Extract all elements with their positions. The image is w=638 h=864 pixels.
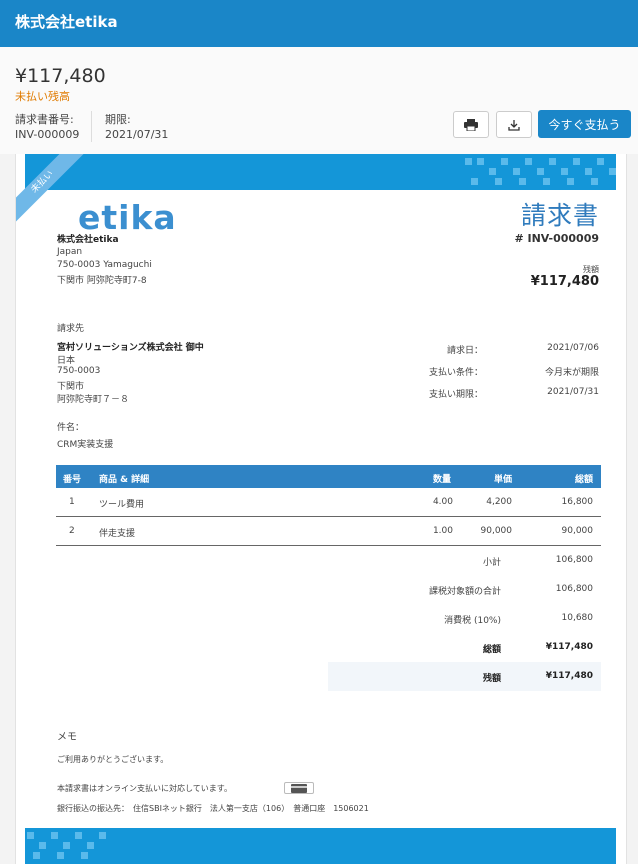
print-button[interactable] bbox=[453, 111, 489, 138]
subtotal-label: 小計 bbox=[482, 558, 501, 568]
table-row: 2 伴走支援 1.00 90,000 90,000 bbox=[56, 517, 601, 546]
document-number: # INV-000009 bbox=[514, 232, 599, 245]
header-band bbox=[25, 154, 616, 190]
cell-item: ツール費用 bbox=[99, 500, 145, 510]
company-name: 株式会社etika bbox=[15, 13, 118, 31]
tax-row: 消費税 (10%) 10,680 bbox=[56, 604, 601, 633]
seller-postal: 750-0003 Yamaguchi bbox=[57, 260, 152, 270]
cell-item: 伴走支援 bbox=[99, 529, 136, 539]
terms-label: 支払い条件： bbox=[428, 368, 483, 378]
subject-label: 件名： bbox=[57, 423, 85, 433]
col-no: 番号 bbox=[63, 475, 82, 485]
cell-amount: 16,800 bbox=[561, 497, 594, 507]
divider bbox=[91, 111, 92, 142]
col-rate: 単価 bbox=[494, 475, 513, 485]
invoice-date-label: 請求日： bbox=[446, 346, 483, 356]
download-icon bbox=[508, 119, 520, 131]
amount-due: ¥117,480 bbox=[15, 65, 106, 87]
subject-value: CRM実装支援 bbox=[57, 440, 114, 450]
table-header: 番号 商品 & 詳細 数量 単価 総額 bbox=[56, 465, 601, 488]
taxable-value: 106,800 bbox=[555, 584, 593, 594]
pattern-decoration bbox=[27, 832, 106, 859]
invoice-number: INV-000009 bbox=[15, 128, 80, 141]
total-value: ¥117,480 bbox=[545, 642, 593, 652]
balance-due-label: 残額 bbox=[482, 674, 501, 684]
col-item: 商品 & 詳細 bbox=[99, 475, 150, 485]
buyer-postal: 750-0003 bbox=[57, 366, 101, 376]
payment-status: 未払い残高 bbox=[15, 90, 70, 103]
pattern-decoration bbox=[465, 158, 616, 185]
seller-country: Japan bbox=[57, 247, 83, 257]
tax-label: 消費税 (10%) bbox=[444, 616, 501, 626]
total-row: 総額 ¥117,480 bbox=[56, 633, 601, 662]
line-items-table: 番号 商品 & 詳細 数量 単価 総額 1 ツール費用 4.00 4,200 1… bbox=[56, 465, 601, 691]
cell-amount: 90,000 bbox=[561, 526, 594, 536]
cell-qty: 1.00 bbox=[432, 526, 453, 536]
cell-qty: 4.00 bbox=[432, 497, 453, 507]
bank-transfer-info: 銀行振込の振込先： 住信SBIネット銀行 法人第一支店（106） 普通口座 15… bbox=[57, 804, 369, 813]
pay-now-button[interactable]: 今すぐ支払う bbox=[538, 110, 631, 138]
top-bar: 株式会社etika bbox=[0, 0, 638, 47]
due-date: 2021/07/31 bbox=[105, 128, 169, 141]
buyer-name: 宮村ソリューションズ株式会社 御中 bbox=[57, 343, 204, 353]
col-amount: 総額 bbox=[574, 475, 593, 485]
taxable-label: 課税対象額の合計 bbox=[428, 587, 501, 597]
total-label: 総額 bbox=[482, 645, 501, 655]
download-button[interactable] bbox=[496, 111, 532, 138]
payment-due-date: 2021/07/31 bbox=[547, 387, 599, 397]
seller-address: 下関市 阿弥陀寺町7-8 bbox=[57, 276, 147, 286]
subtotal-value: 106,800 bbox=[555, 555, 593, 565]
cell-no: 2 bbox=[69, 526, 75, 536]
table-row: 1 ツール費用 4.00 4,200 16,800 bbox=[56, 488, 601, 517]
notes-text: ご利用ありがとうございます。 bbox=[57, 755, 169, 764]
credit-card-icon bbox=[284, 782, 314, 794]
document-title: 請求書 bbox=[520, 201, 599, 230]
footer-band bbox=[25, 828, 616, 864]
buyer-city: 下関市 bbox=[57, 382, 85, 392]
balance-due-value: ¥117,480 bbox=[545, 671, 593, 681]
taxable-row: 課税対象額の合計 106,800 bbox=[56, 575, 601, 604]
balance-value: ¥117,480 bbox=[530, 274, 599, 289]
printer-icon bbox=[464, 118, 478, 131]
buyer-address: 阿弥陀寺町７－８ bbox=[57, 395, 130, 405]
subtotal-row: 小計 106,800 bbox=[56, 546, 601, 575]
payment-due-label: 支払い期限： bbox=[428, 390, 483, 400]
seller-name: 株式会社etika bbox=[57, 235, 119, 245]
balance-row: 残額 ¥117,480 bbox=[328, 662, 601, 691]
tax-value: 10,680 bbox=[561, 613, 594, 623]
invoice-number-label: 請求書番号: bbox=[15, 113, 74, 126]
invoice-summary: ¥117,480 未払い残高 請求書番号: INV-000009 期限: 202… bbox=[0, 47, 638, 154]
due-date-label: 期限: bbox=[105, 113, 131, 126]
cell-rate: 90,000 bbox=[480, 526, 513, 536]
invoice-date: 2021/07/06 bbox=[547, 343, 599, 353]
notes-label: メモ bbox=[57, 732, 77, 743]
bill-to-label: 請求先 bbox=[57, 324, 85, 334]
online-payment-text: 本請求書はオンライン支払いに対応しています。 bbox=[57, 784, 232, 793]
col-qty: 数量 bbox=[433, 475, 452, 485]
cell-no: 1 bbox=[69, 497, 75, 507]
invoice-document: 未払い etika 請求書 # INV-000009 残額 ¥117,480 株… bbox=[15, 154, 627, 864]
cell-rate: 4,200 bbox=[486, 497, 512, 507]
buyer-country: 日本 bbox=[57, 356, 76, 366]
terms-value: 今月末が期限 bbox=[544, 368, 599, 378]
